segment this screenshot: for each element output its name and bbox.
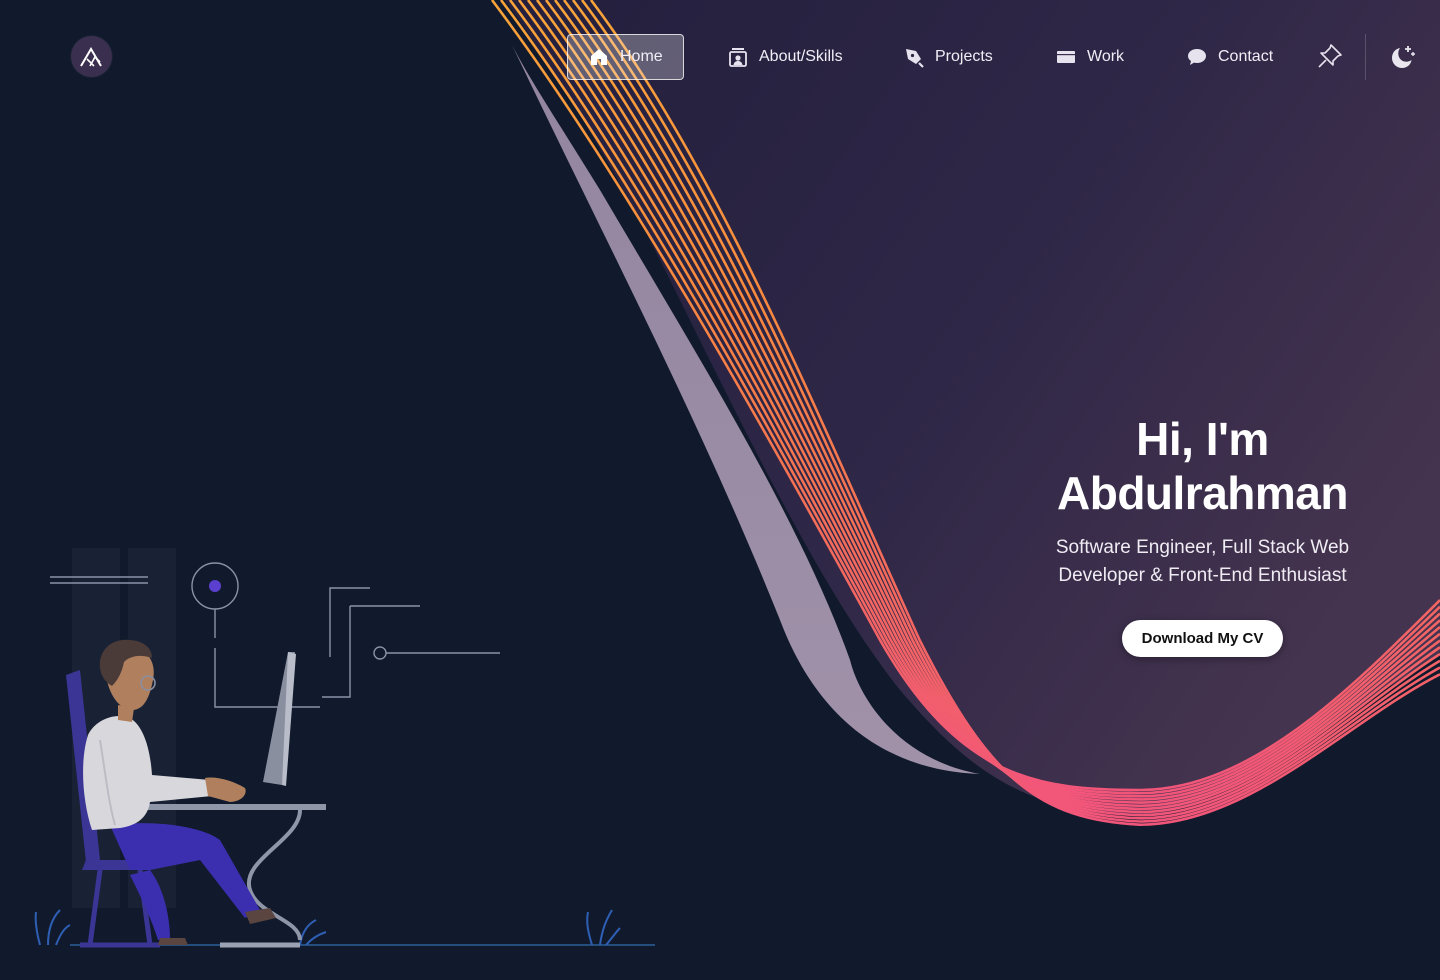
- nav-label-about-skills: About/Skills: [759, 48, 843, 65]
- developer-illustration: [34, 548, 655, 948]
- user-badge-icon: [729, 48, 747, 67]
- hero-title-name: Abdulrahman: [1057, 467, 1348, 519]
- pen-tool-icon: [906, 49, 924, 68]
- hero-title-line1: Hi, I'm: [1136, 413, 1269, 465]
- nav-label-home: Home: [620, 48, 663, 65]
- download-cv-button[interactable]: Download My CV: [1121, 620, 1284, 657]
- moon-stars-icon: [1392, 46, 1415, 68]
- main-navigation: Home About/Skills Projects Work Contact: [0, 0, 1440, 110]
- pin-button[interactable]: [1316, 42, 1344, 70]
- nav-label-projects: Projects: [935, 48, 993, 65]
- nav-label-contact: Contact: [1218, 48, 1274, 65]
- nav-item-contact[interactable]: Contact: [1166, 34, 1293, 80]
- nav-divider: [1365, 34, 1366, 80]
- nav-item-about-skills[interactable]: About/Skills: [707, 34, 863, 80]
- nav-item-work[interactable]: Work: [1035, 34, 1144, 80]
- nav-item-projects[interactable]: Projects: [883, 34, 1013, 80]
- portfolio-page: Home About/Skills Projects Work Contact …: [0, 0, 1440, 980]
- hero-subtitle: Software Engineer, Full Stack Web Develo…: [1020, 534, 1385, 590]
- pin-icon: [1318, 44, 1342, 68]
- nav-label-work: Work: [1087, 48, 1125, 65]
- hero-section: Hi, I'm Abdulrahman Software Engineer, F…: [1020, 412, 1385, 657]
- nav-item-home[interactable]: Home: [567, 34, 684, 80]
- theme-toggle-button[interactable]: [1386, 42, 1416, 72]
- monitor-icon: [1057, 51, 1075, 63]
- home-icon: [591, 49, 607, 65]
- chat-bubble-icon: [1188, 49, 1206, 65]
- hero-title: Hi, I'm Abdulrahman: [1020, 412, 1385, 520]
- hero-subtitle-line1: Software Engineer, Full Stack Web: [1055, 537, 1350, 558]
- hero-subtitle-line2: Developer & Front-End Enthusiast: [1058, 565, 1347, 586]
